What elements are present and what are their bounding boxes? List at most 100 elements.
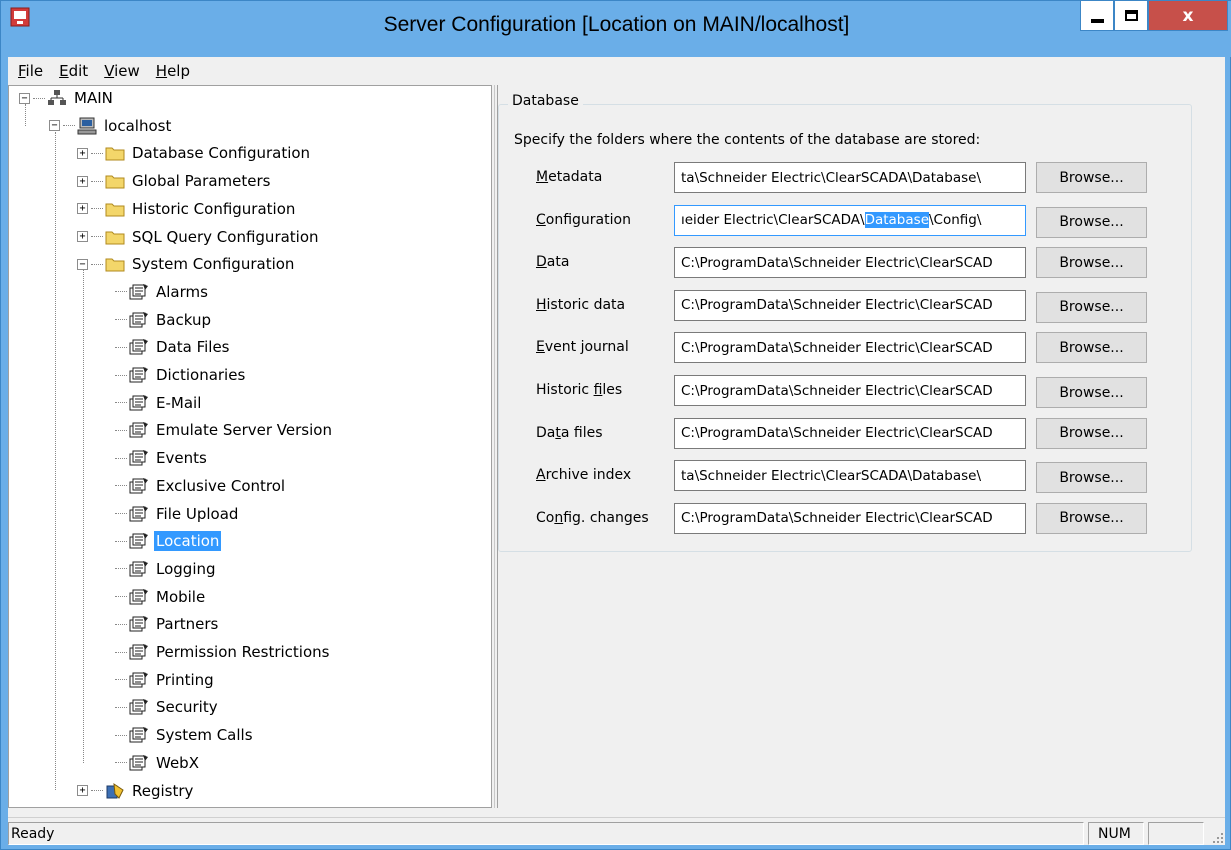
tree-guide-line [25, 104, 26, 126]
tree-item-localhost[interactable]: − localhost [49, 114, 173, 138]
tree-item-label: localhost [104, 116, 172, 135]
tree-connector [115, 651, 127, 653]
label-mnemonic: M [536, 169, 549, 185]
tree-item-data-files[interactable]: Data Files [115, 335, 232, 359]
minimize-button[interactable] [1080, 1, 1114, 31]
collapse-icon[interactable]: − [77, 258, 88, 270]
tree-item-webx[interactable]: WebX [115, 751, 201, 775]
tree-item-logging[interactable]: Logging [115, 557, 218, 581]
expand-icon[interactable]: + [77, 203, 88, 215]
input-text: C:\ProgramData\Schneider Electric\ClearS… [681, 297, 993, 314]
browse-button-data-files[interactable]: Browse... [1036, 417, 1147, 449]
tree-item-folder[interactable]: + Global Parameters [77, 169, 272, 193]
config-tree[interactable]: − MAIN − localhost + Database Configuration + G… [8, 85, 492, 808]
close-button[interactable]: x [1148, 1, 1228, 31]
tree-connector [115, 485, 127, 487]
property-page-icon [129, 560, 148, 577]
browse-button-data[interactable]: Browse... [1036, 247, 1147, 279]
tree-item-security[interactable]: Security [115, 695, 220, 719]
path-input-data[interactable]: C:\ProgramData\Schneider Electric\ClearS… [674, 247, 1026, 279]
field-label-metadata: Metadata [536, 169, 602, 185]
expand-icon[interactable]: + [77, 175, 88, 187]
tree-item-label: System Configuration [132, 255, 295, 274]
tree-connector [115, 623, 127, 625]
selected-text: Database [864, 212, 929, 229]
tree-item-location[interactable]: Location [115, 529, 222, 553]
property-page-icon [129, 394, 148, 411]
tree-item-mobile[interactable]: Mobile [115, 585, 207, 609]
tree-connector [115, 568, 127, 570]
path-input-config-changes[interactable]: C:\ProgramData\Schneider Electric\ClearS… [674, 502, 1026, 534]
tree-item-exclusive-control[interactable]: Exclusive Control [115, 474, 287, 498]
tree-item-emulate-server-version[interactable]: Emulate Server Version [115, 418, 334, 442]
tree-connector [115, 513, 127, 514]
tree-item-registry[interactable]: + Registry [77, 779, 195, 803]
collapse-icon[interactable]: − [19, 92, 30, 104]
tree-item-folder[interactable]: + Database Configuration [77, 141, 312, 165]
menu-edit[interactable]: Edit [51, 62, 96, 80]
tree-connector [115, 429, 127, 431]
tree-item-e-mail[interactable]: E-Mail [115, 391, 203, 415]
browse-button-metadata[interactable]: Browse... [1036, 162, 1147, 193]
input-text: ta\Schneider Electric\ClearSCADA\Databas… [681, 169, 982, 186]
path-input-archive-index[interactable]: ta\Schneider Electric\ClearSCADA\Databas… [674, 460, 1026, 492]
tree-item-folder[interactable]: − System Configuration [77, 252, 296, 276]
menu-view[interactable]: View [96, 62, 148, 80]
folder-icon [105, 147, 125, 161]
folder-icon [105, 203, 125, 217]
browse-button-historic-data[interactable]: Browse... [1036, 291, 1147, 323]
path-input-data-files[interactable]: C:\ProgramData\Schneider Electric\ClearS… [674, 417, 1026, 449]
resize-grip-icon[interactable] [1213, 833, 1223, 843]
menu-file[interactable]: File [10, 62, 51, 80]
tree-item-folder[interactable]: + Historic Configuration [77, 197, 297, 221]
path-input-historic-files[interactable]: C:\ProgramData\Schneider Electric\ClearS… [674, 375, 1026, 406]
path-input-metadata[interactable]: ta\Schneider Electric\ClearSCADA\Databas… [674, 162, 1026, 193]
label-rest: vent journal [544, 339, 629, 356]
tree-connector [91, 790, 103, 791]
title-bar[interactable]: Server Configuration [Location on MAIN/l… [1, 1, 1231, 57]
label-prefix: Co [536, 509, 555, 526]
expand-icon[interactable]: + [77, 785, 88, 796]
collapse-icon[interactable]: − [49, 120, 60, 132]
path-input-historic-data[interactable]: C:\ProgramData\Schneider Electric\ClearS… [674, 289, 1026, 321]
property-page-icon [129, 588, 148, 605]
tree-item-permission-restrictions[interactable]: Permission Restrictions [115, 640, 331, 664]
browse-button-config-changes[interactable]: Browse... [1036, 502, 1147, 534]
tree-item-main[interactable]: − MAIN [19, 86, 115, 110]
field-label-event-journal: Event journal [536, 339, 629, 355]
tree-item-label: Security [156, 698, 218, 717]
tree-item-system-calls[interactable]: System Calls [115, 723, 255, 747]
tree-item-file-upload[interactable]: File Upload [115, 502, 240, 526]
database-group-title: Database [508, 93, 583, 109]
tree-item-dictionaries[interactable]: Dictionaries [115, 363, 247, 387]
browse-button-historic-files[interactable]: Browse... [1036, 377, 1147, 408]
browse-button-event-journal[interactable]: Browse... [1036, 332, 1147, 364]
browse-button-archive-index[interactable]: Browse... [1036, 462, 1147, 494]
tree-item-events[interactable]: Events [115, 446, 209, 470]
field-label-historic-data: Historic data [536, 297, 625, 313]
property-page-icon [129, 422, 148, 438]
browse-button-configuration[interactable]: Browse... [1036, 206, 1147, 238]
network-icon [48, 90, 66, 105]
tree-connector [91, 152, 103, 154]
label-prefix: Da [536, 424, 556, 441]
tree-item-folder[interactable]: + SQL Query Configuration [77, 225, 321, 249]
tree-item-label: E-Mail [156, 393, 202, 412]
tree-item-alarms[interactable]: Alarms [115, 280, 210, 304]
database-description: Specify the folders where the contents o… [514, 132, 981, 148]
tree-item-label: Events [156, 449, 207, 468]
tree-item-printing[interactable]: Printing [115, 668, 216, 692]
path-input-configuration[interactable]: ıeider Electric\ClearSCADA\ Database \Conf… [674, 204, 1026, 236]
tree-item-backup[interactable]: Backup [115, 308, 213, 332]
expand-icon[interactable]: + [77, 147, 88, 159]
input-text: \Config\ [929, 212, 982, 229]
property-page-icon [129, 616, 148, 632]
expand-icon[interactable]: + [77, 231, 88, 242]
property-page-icon [129, 283, 148, 300]
tree-connector [115, 596, 127, 598]
path-input-event-journal[interactable]: C:\ProgramData\Schneider Electric\ClearS… [674, 332, 1026, 364]
tree-item-partners[interactable]: Partners [115, 612, 220, 636]
tree-guide-line [55, 131, 56, 791]
menu-help[interactable]: Help [148, 62, 198, 80]
maximize-button[interactable] [1114, 1, 1148, 31]
